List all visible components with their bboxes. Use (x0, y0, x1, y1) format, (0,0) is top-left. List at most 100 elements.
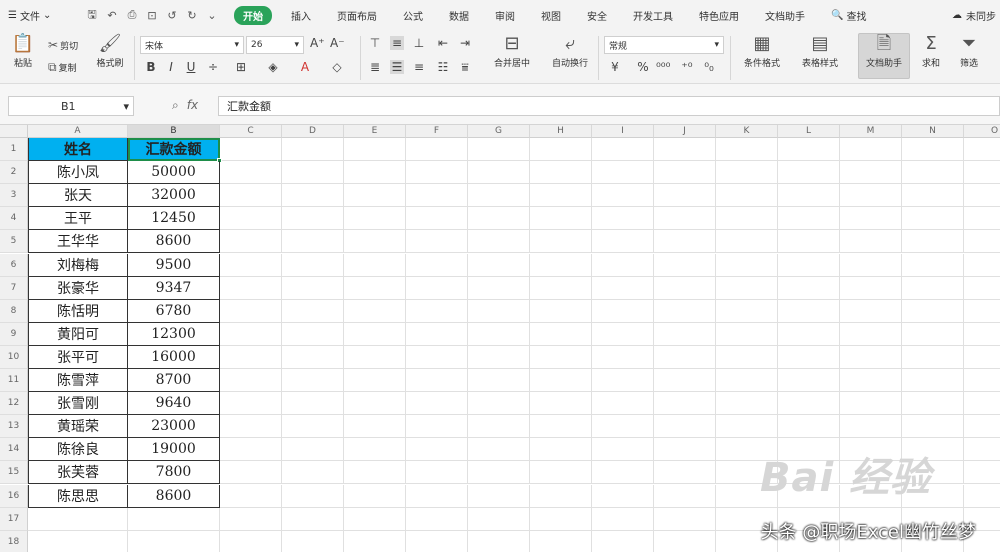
cell[interactable] (778, 138, 840, 162)
cell[interactable] (902, 230, 964, 254)
cell[interactable] (530, 207, 592, 231)
cell[interactable] (778, 392, 840, 416)
cell[interactable] (406, 530, 468, 552)
cell[interactable] (406, 184, 468, 208)
tab-view[interactable]: 视图 (534, 6, 568, 25)
fill-color-icon[interactable]: ◈ (266, 60, 280, 74)
amount-cell[interactable]: 7800 (128, 461, 220, 485)
cell[interactable] (406, 207, 468, 231)
cell[interactable] (654, 369, 716, 393)
cell[interactable] (344, 161, 406, 185)
cell[interactable] (840, 415, 902, 439)
cell[interactable] (964, 184, 1000, 208)
column-header-n[interactable]: N (902, 125, 964, 138)
format-painter-button[interactable]: 🖌 格式刷 (92, 34, 128, 70)
cell[interactable] (964, 415, 1000, 439)
cell[interactable] (902, 184, 964, 208)
cell[interactable] (530, 369, 592, 393)
cell[interactable] (778, 369, 840, 393)
row-header-11[interactable]: 11 (0, 369, 28, 393)
cell[interactable] (220, 438, 282, 462)
cell[interactable] (220, 415, 282, 439)
cell[interactable] (654, 207, 716, 231)
cell[interactable] (220, 276, 282, 300)
name-cell[interactable]: 陈小凤 (28, 161, 128, 185)
cell[interactable] (282, 530, 344, 552)
cell[interactable] (778, 322, 840, 346)
cell[interactable] (840, 276, 902, 300)
cell[interactable] (840, 369, 902, 393)
cell[interactable] (964, 461, 1000, 485)
tab-special-apps[interactable]: 特色应用 (692, 6, 746, 25)
cell[interactable] (902, 138, 964, 162)
cell[interactable] (716, 415, 778, 439)
cell[interactable] (406, 322, 468, 346)
cell[interactable] (406, 345, 468, 369)
cell[interactable] (778, 345, 840, 369)
name-cell[interactable]: 张天 (28, 184, 128, 208)
name-cell[interactable]: 张芙蓉 (28, 461, 128, 485)
name-box[interactable]: B1 ▾ (8, 96, 134, 116)
column-header-d[interactable]: D (282, 125, 344, 138)
column-header-i[interactable]: I (592, 125, 654, 138)
cell[interactable] (964, 369, 1000, 393)
cell[interactable] (778, 415, 840, 439)
cell[interactable] (654, 161, 716, 185)
customize-icon[interactable]: ⌄ (202, 9, 222, 22)
cell[interactable] (282, 322, 344, 346)
cell[interactable] (282, 161, 344, 185)
cell[interactable] (406, 415, 468, 439)
row-header-18[interactable]: 18 (0, 530, 28, 552)
name-cell[interactable]: 张平可 (28, 345, 128, 369)
cell[interactable] (282, 415, 344, 439)
cell[interactable] (902, 276, 964, 300)
wrap-text-button[interactable]: ⤶ 自动换行 (546, 34, 594, 70)
cell[interactable] (220, 138, 282, 162)
clear-format-icon[interactable]: ◇ (330, 60, 344, 74)
cell[interactable] (902, 345, 964, 369)
cell[interactable] (530, 392, 592, 416)
cell[interactable] (468, 161, 530, 185)
cell[interactable] (468, 392, 530, 416)
number-format-select[interactable]: 常规 ▾ (604, 36, 724, 54)
cell[interactable] (468, 299, 530, 323)
cell[interactable] (716, 392, 778, 416)
tab-page-layout[interactable]: 页面布局 (330, 6, 384, 25)
cell[interactable] (468, 253, 530, 277)
cell[interactable] (716, 138, 778, 162)
cell[interactable] (530, 507, 592, 531)
cell[interactable] (344, 530, 406, 552)
cell[interactable] (778, 184, 840, 208)
cell[interactable] (344, 230, 406, 254)
row-header-1[interactable]: 1 (0, 138, 28, 162)
cell[interactable] (902, 253, 964, 277)
align-middle-icon[interactable]: ≡ (390, 36, 404, 50)
tab-developer[interactable]: 开发工具 (626, 6, 680, 25)
cell[interactable] (902, 415, 964, 439)
cell[interactable] (220, 345, 282, 369)
indent-decrease-icon[interactable]: ⇤ (436, 36, 450, 50)
cell[interactable] (592, 184, 654, 208)
cell[interactable] (344, 253, 406, 277)
cell[interactable] (654, 299, 716, 323)
cell[interactable] (778, 161, 840, 185)
cell[interactable] (406, 138, 468, 162)
cell[interactable] (964, 138, 1000, 162)
cell[interactable] (220, 184, 282, 208)
cell[interactable] (282, 276, 344, 300)
cell[interactable] (530, 461, 592, 485)
cell[interactable] (282, 461, 344, 485)
cell[interactable] (964, 300, 1000, 323)
row-header-14[interactable]: 14 (0, 438, 28, 462)
tab-insert[interactable]: 插入 (284, 6, 318, 25)
amount-cell[interactable]: 8700 (128, 369, 220, 393)
cell[interactable] (778, 207, 840, 231)
cell[interactable] (654, 230, 716, 254)
cell[interactable] (344, 484, 406, 508)
formula-input[interactable]: 汇款金额 (218, 96, 1000, 116)
column-header-c[interactable]: C (220, 125, 282, 138)
decrease-font-icon[interactable]: A⁻ (330, 36, 345, 50)
cell[interactable] (406, 253, 468, 277)
font-size-select[interactable]: 26 ▾ (246, 36, 304, 54)
cell[interactable] (592, 276, 654, 300)
